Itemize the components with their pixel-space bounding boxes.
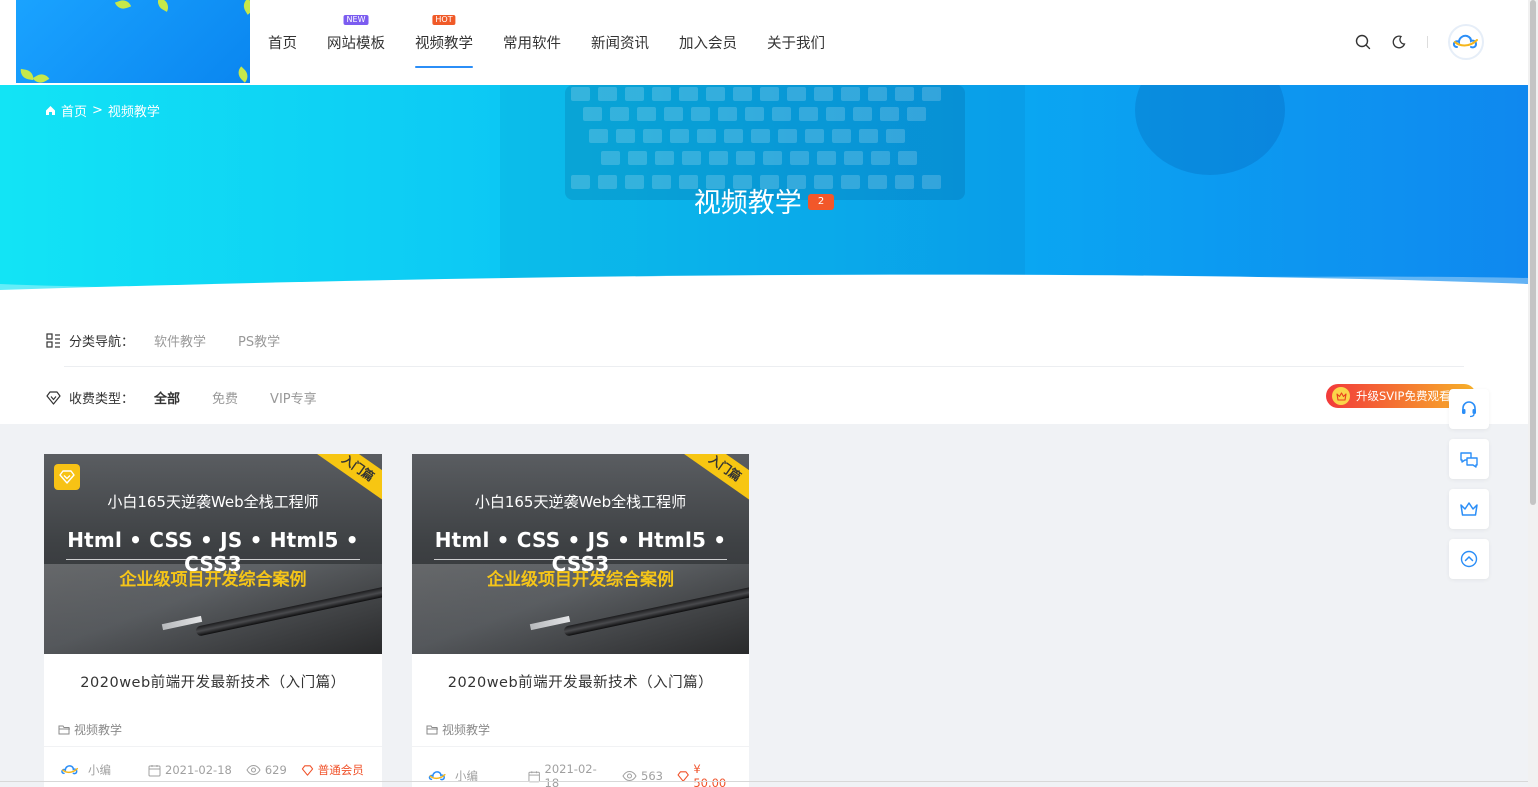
post-category[interactable]: 视频教学	[58, 721, 122, 738]
diamond-icon	[677, 770, 689, 782]
post-views: 629	[246, 763, 287, 777]
scrollbar-thumb[interactable]	[1530, 0, 1536, 505]
divider	[1427, 36, 1428, 48]
post-date-text: 2021-02-18	[165, 763, 232, 777]
page-title: 视频教学 2	[0, 181, 1528, 220]
moon-icon[interactable]	[1389, 32, 1409, 52]
nav-item-label: 网站模板	[327, 36, 385, 52]
home-icon	[46, 106, 55, 115]
folder-icon	[58, 725, 70, 734]
thumbnail-line-3: 企业级项目开发综合案例	[487, 570, 674, 590]
folder-icon	[426, 725, 438, 734]
fee-filter-row: 收费类型： 全部 免费 VIP专享	[46, 388, 349, 407]
page-title-text: 视频教学	[693, 188, 802, 219]
post-price: 普通会员	[301, 762, 364, 778]
site-header: 首页 NEW 网站模板 HOT 视频教学 常用软件 新闻资讯 加入会员 关于我们	[0, 0, 1528, 85]
main-nav: 首页 NEW 网站模板 HOT 视频教学 常用软件 新闻资讯 加入会员 关于我们	[268, 0, 855, 85]
post-thumbnail[interactable]: 入门篇 小白165天逆袭Web全栈工程师 Html • CSS • JS • H…	[44, 454, 382, 654]
nav-item-templates[interactable]: NEW 网站模板	[327, 0, 385, 85]
filter-panel: 分类导航： 软件教学 PS教学 收费类型： 全部 免费 VIP专享 升级SVIP…	[0, 300, 1528, 424]
breadcrumb: 首页 > 视频教学	[45, 101, 160, 120]
nav-item-news[interactable]: 新闻资讯	[591, 0, 649, 85]
nav-item-home[interactable]: 首页	[268, 0, 297, 85]
nav-item-label: 首页	[268, 36, 297, 52]
thumbnail-line-3: 企业级项目开发综合案例	[119, 570, 307, 590]
category-option-software[interactable]: 软件教学	[154, 331, 206, 350]
breadcrumb-separator: >	[92, 103, 103, 118]
back-to-top-button[interactable]	[1449, 539, 1489, 579]
nav-item-label: 加入会员	[679, 36, 737, 52]
fee-option-vip[interactable]: VIP专享	[270, 388, 317, 407]
crown-icon	[1332, 387, 1350, 405]
customer-service-button[interactable]	[1449, 389, 1489, 429]
vip-button[interactable]	[1449, 489, 1489, 529]
fee-option-all[interactable]: 全部	[154, 388, 180, 407]
chat-button[interactable]	[1449, 439, 1489, 479]
post-date: 2021-02-18	[528, 762, 608, 787]
nav-item-membership[interactable]: 加入会员	[679, 0, 737, 85]
nav-item-label: 新闻资讯	[591, 36, 649, 52]
page-scrollbar[interactable]	[1528, 0, 1538, 787]
vip-badge-icon	[54, 464, 80, 490]
category-filter-row: 分类导航： 软件教学 PS教学	[46, 331, 312, 350]
post-count-badge: 2	[807, 194, 835, 210]
post-title[interactable]: 2020web前端开发最新技术（入门篇）	[44, 671, 382, 692]
search-icon[interactable]	[1353, 32, 1373, 52]
banner-wave	[0, 274, 1528, 300]
post-category[interactable]: 视频教学	[426, 721, 490, 738]
avatar[interactable]	[1448, 24, 1484, 60]
post-price-text: 普通会员	[317, 763, 364, 777]
chat-icon	[1460, 452, 1478, 468]
divider	[64, 366, 1464, 367]
divider	[0, 781, 1528, 782]
post-meta: 小编 2021-02-18 629 普通会员	[60, 762, 368, 778]
calendar-icon	[148, 764, 161, 776]
headset-icon	[1462, 401, 1476, 418]
breadcrumb-home[interactable]: 首页	[61, 101, 87, 120]
post-author[interactable]: 小编	[88, 762, 148, 778]
diamond-icon	[301, 764, 313, 776]
fee-filter-label: 收费类型：	[69, 392, 135, 407]
post-price: ¥ 50.00	[677, 762, 735, 787]
eye-icon	[246, 765, 261, 775]
post-category-label: 视频教学	[442, 723, 491, 737]
fee-option-free[interactable]: 免费	[212, 388, 238, 407]
back-to-top-icon	[1460, 550, 1478, 568]
thumbnail-line-1: 小白165天逆袭Web全栈工程师	[107, 493, 319, 511]
post-card[interactable]: 入门篇 小白165天逆袭Web全栈工程师 Html • CSS • JS • H…	[44, 454, 382, 787]
diamond-icon	[46, 390, 61, 405]
category-filter-label: 分类导航：	[69, 335, 135, 350]
nav-item-label: 视频教学	[415, 36, 473, 52]
nav-item-label: 关于我们	[767, 36, 825, 52]
thumbnail-line-1: 小白165天逆袭Web全栈工程师	[474, 493, 687, 511]
post-price-text: ¥ 50.00	[693, 762, 727, 787]
post-thumbnail[interactable]: 入门篇 小白165天逆袭Web全栈工程师 Html • CSS • JS • H…	[412, 454, 749, 654]
post-category-label: 视频教学	[74, 723, 123, 737]
hot-badge: HOT	[432, 15, 456, 25]
author-avatar[interactable]	[60, 762, 80, 778]
post-meta: 小编 2021-02-18 563 ¥ 50.00	[428, 762, 735, 787]
floating-toolbar	[1449, 389, 1489, 589]
divider	[412, 746, 749, 747]
nav-item-about[interactable]: 关于我们	[767, 0, 825, 85]
nav-item-software[interactable]: 常用软件	[503, 0, 561, 85]
breadcrumb-current: 视频教学	[107, 105, 160, 120]
eye-icon	[622, 771, 637, 781]
header-actions	[1337, 24, 1484, 60]
divider	[44, 746, 382, 747]
post-date: 2021-02-18	[148, 763, 232, 777]
post-views-count: 629	[264, 763, 287, 777]
post-title[interactable]: 2020web前端开发最新技术（入门篇）	[412, 671, 749, 692]
post-card[interactable]: 入门篇 小白165天逆袭Web全栈工程师 Html • CSS • JS • H…	[412, 454, 749, 787]
category-option-ps[interactable]: PS教学	[238, 331, 280, 350]
post-date-text: 2021-02-18	[544, 762, 597, 787]
crown-icon	[1460, 502, 1478, 516]
page-banner: 首页 > 视频教学 视频教学 2	[0, 85, 1528, 300]
upgrade-svip-label: 升级SVIP免费观看	[1356, 389, 1451, 403]
site-logo[interactable]	[16, 0, 250, 83]
new-badge: NEW	[343, 15, 369, 25]
nav-item-video[interactable]: HOT 视频教学	[415, 0, 473, 85]
nav-item-label: 常用软件	[503, 36, 561, 52]
category-icon	[46, 333, 60, 348]
